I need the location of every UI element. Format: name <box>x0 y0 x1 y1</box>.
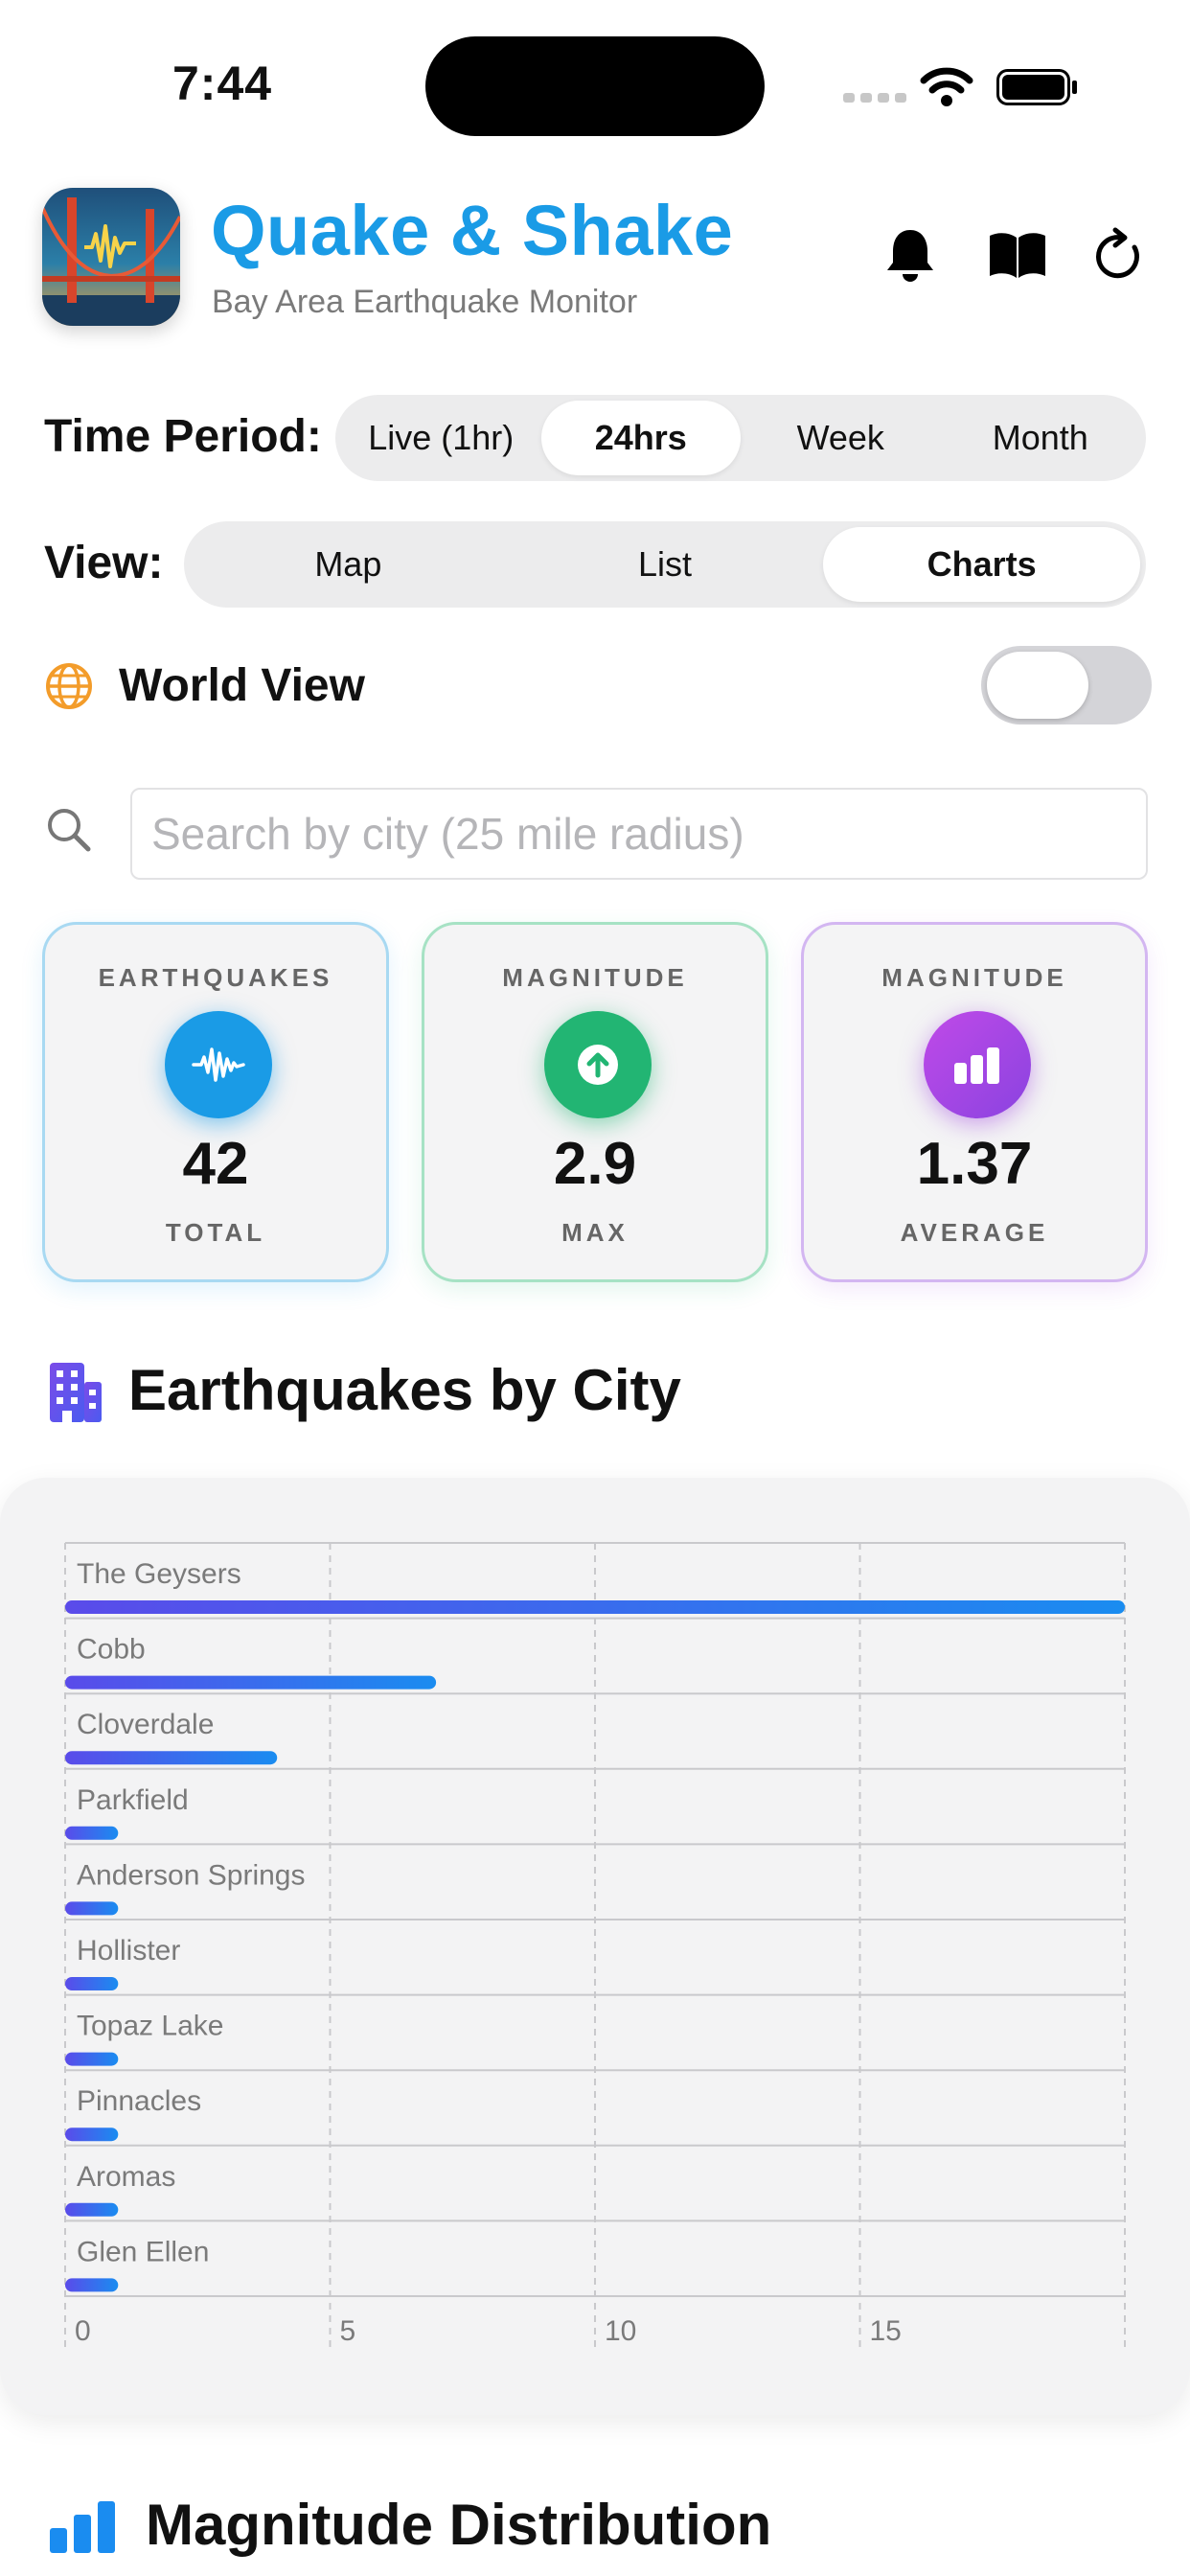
bar <box>65 1751 278 1765</box>
x-tick-label: 0 <box>75 2315 91 2347</box>
stat-value: 2.9 <box>553 1131 637 1197</box>
globe-icon <box>46 663 92 709</box>
category-label: Pinnacles <box>77 2085 201 2117</box>
stat-sub: AVERAGE <box>900 1218 1049 1247</box>
x-tick-label: 10 <box>605 2315 636 2347</box>
wifi-icon <box>920 67 973 106</box>
app-subtitle: Bay Area Earthquake Monitor <box>212 284 638 320</box>
guide-button[interactable] <box>987 224 1048 286</box>
bar <box>65 2052 119 2066</box>
book-icon <box>990 233 1045 278</box>
app-title: Quake & Shake <box>211 191 734 270</box>
category-label: Hollister <box>77 1935 180 1966</box>
view-selector: Map List Charts <box>184 521 1146 608</box>
section-title-distribution: Magnitude Distribution <box>146 2493 772 2557</box>
category-label: Topaz Lake <box>77 2011 223 2042</box>
status-time: 7:44 <box>172 57 273 110</box>
arrow-up-circle-icon <box>544 1011 652 1118</box>
stat-sub: MAX <box>561 1218 629 1247</box>
bar <box>65 1675 437 1690</box>
refresh-icon <box>1096 227 1139 279</box>
status-bar: 7:44 <box>0 0 1190 172</box>
bar <box>65 1977 119 1990</box>
category-label: Cloverdale <box>77 1709 214 1740</box>
category-label: Glen Ellen <box>77 2236 209 2267</box>
time-period-option-month[interactable]: Month <box>941 401 1141 475</box>
view-option-map[interactable]: Map <box>190 527 507 602</box>
search-input[interactable] <box>130 788 1148 880</box>
refresh-button[interactable] <box>1088 224 1150 286</box>
city-bar-chart: The Geysers Cobb Cloverdale Parkfield Anders… <box>64 1542 1126 2350</box>
chart-bar-icon <box>924 1011 1031 1118</box>
stat-sub: TOTAL <box>165 1218 266 1247</box>
x-tick-label: 5 <box>340 2315 356 2347</box>
x-tick-label: 15 <box>870 2315 902 2347</box>
view-option-charts[interactable]: Charts <box>823 527 1141 602</box>
stat-label: MAGNITUDE <box>502 963 688 992</box>
time-period-label: Time Period: <box>44 411 322 462</box>
bar <box>65 1826 119 1840</box>
city-chart-card: The Geysers Cobb Cloverdale Parkfield Anders… <box>0 1478 1190 2415</box>
cellular-signal-icon <box>843 93 906 103</box>
stat-label: MAGNITUDE <box>881 963 1067 992</box>
stat-value: 1.37 <box>916 1131 1033 1197</box>
bar <box>65 2278 119 2292</box>
bar <box>65 1600 1125 1614</box>
bar <box>65 1901 119 1916</box>
category-label: Cobb <box>77 1634 146 1666</box>
world-view-toggle[interactable] <box>981 646 1152 724</box>
time-period-option-live[interactable]: Live (1hr) <box>341 401 541 475</box>
bell-icon <box>887 230 933 282</box>
stat-label: EARTHQUAKES <box>98 963 333 992</box>
dynamic-island <box>425 36 765 136</box>
stat-value: 42 <box>182 1131 249 1197</box>
category-label: Parkfield <box>77 1784 189 1816</box>
section-title-by-city: Earthquakes by City <box>128 1358 681 1422</box>
waveform-icon <box>165 1011 272 1118</box>
time-period-option-24hrs[interactable]: 24hrs <box>540 401 741 475</box>
world-view-label: World View <box>119 660 365 711</box>
battery-icon <box>996 69 1077 105</box>
app-logo <box>42 188 180 326</box>
bar-chart-icon <box>50 2501 115 2553</box>
search-icon <box>48 809 91 852</box>
bar <box>65 2128 119 2142</box>
category-label: Aromas <box>77 2161 175 2193</box>
notifications-button[interactable] <box>880 224 941 286</box>
time-period-selector: Live (1hr) 24hrs Week Month <box>335 395 1146 481</box>
time-period-option-week[interactable]: Week <box>741 401 941 475</box>
category-label: The Geysers <box>77 1558 241 1590</box>
toggle-knob <box>987 652 1088 719</box>
building-icon <box>50 1363 102 1422</box>
bar <box>65 2202 119 2217</box>
view-label: View: <box>44 538 164 588</box>
category-label: Anderson Springs <box>77 1859 305 1891</box>
view-option-list[interactable]: List <box>507 527 824 602</box>
stat-card-max-magnitude: MAGNITUDE 2.9 MAX <box>422 922 768 1282</box>
stat-card-earthquakes: EARTHQUAKES 42 TOTAL <box>42 922 389 1282</box>
stat-card-average-magnitude: MAGNITUDE 1.37 AVERAGE <box>801 922 1148 1282</box>
